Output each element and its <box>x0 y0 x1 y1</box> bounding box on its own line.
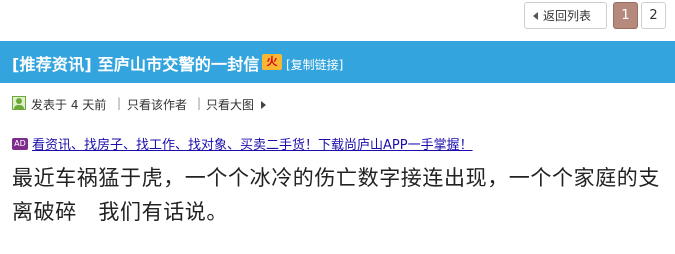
ad-badge: AD <box>12 137 28 150</box>
post-meta: 发表于 4 天前 | 只看该作者 | 只看大图 <box>0 93 675 113</box>
post-body-text: 最近车祸猛于虎，一个个冰冷的伤亡数字接连出现，一个个家庭的支离破碎 我们有话说。 <box>12 166 660 224</box>
post-time: 发表于 4 天前 <box>31 98 107 112</box>
page-button-1[interactable]: 1 <box>613 2 638 29</box>
ad-line: AD 看资讯、找房子、找工作、找对象、买卖二手货！下载尚庐山APP一手掌握！ <box>12 133 473 153</box>
chevron-left-icon <box>533 12 538 20</box>
separator: | <box>117 96 122 110</box>
user-icon <box>12 96 26 110</box>
pager-bar: 返回列表 1 2 <box>0 0 675 40</box>
back-to-list-label: 返回列表 <box>543 9 592 23</box>
ad-link[interactable]: 看资讯、找房子、找工作、找对象、买卖二手货！下载尚庐山APP一手掌握！ <box>32 138 473 153</box>
caret-right-icon[interactable] <box>261 101 266 109</box>
copy-link[interactable]: [复制链接] <box>286 56 343 73</box>
separator: | <box>197 96 202 110</box>
image-only-link[interactable]: 只看大图 <box>206 96 254 113</box>
back-to-list-button[interactable]: 返回列表 <box>524 2 607 29</box>
thread-title-bar: [推荐资讯] 至庐山市交警的一封信 火 [复制链接] <box>0 41 675 83</box>
thread-title: [推荐资讯] 至庐山市交警的一封信 <box>12 55 260 74</box>
page-button-2[interactable]: 2 <box>641 2 666 29</box>
author-only-link[interactable]: 只看该作者 <box>127 96 187 113</box>
hot-icon: 火 <box>262 54 282 70</box>
